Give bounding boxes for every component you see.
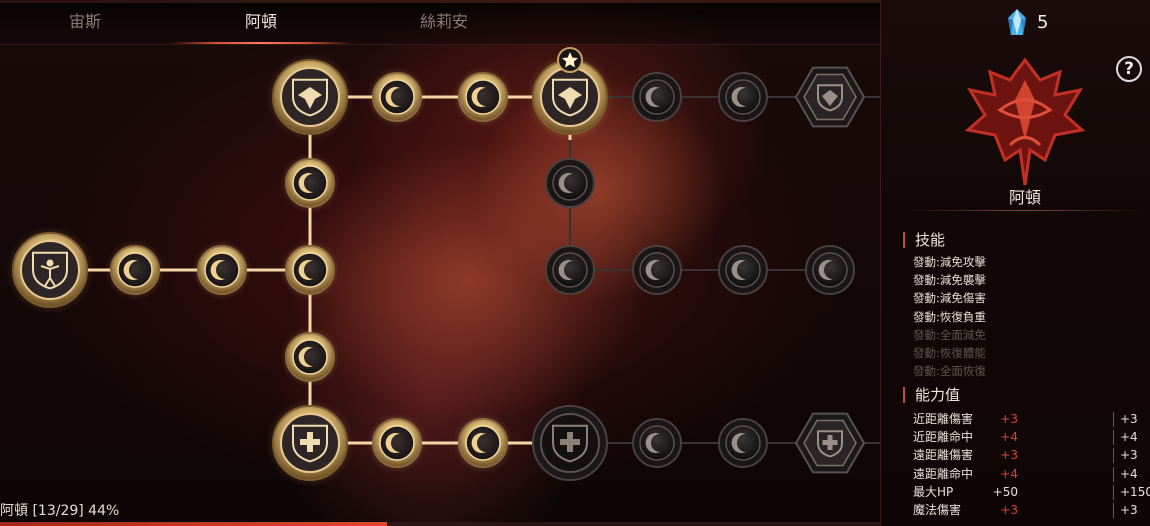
stat-row: 近距離傷害 +3 +3	[913, 410, 1150, 428]
skill-node-unlocked[interactable]	[280, 240, 340, 300]
stat-bonus: +3	[1000, 448, 1018, 463]
node-core	[812, 252, 848, 288]
skill-node-locked[interactable]	[805, 245, 855, 295]
skill-node-unlocked[interactable]	[192, 240, 252, 300]
help-button[interactable]: ?	[1116, 56, 1142, 82]
skill-node-locked[interactable]	[718, 418, 768, 468]
node-core	[465, 425, 501, 461]
skill-item-locked: 發動:全面減免	[913, 327, 986, 342]
stats-heading: 能力值	[903, 387, 960, 403]
skill-node-unlocked[interactable]	[453, 67, 513, 127]
stat-separator	[1113, 448, 1114, 464]
node-core	[639, 79, 675, 115]
skill-node-locked[interactable]	[632, 245, 682, 295]
stat-separator	[1113, 484, 1114, 500]
stat-separator	[1113, 412, 1114, 427]
node-core	[204, 252, 240, 288]
figure-icon	[46, 259, 54, 267]
arton-emblem-icon	[964, 57, 1086, 186]
skill-node-unlocked[interactable]	[367, 413, 427, 473]
tree-progress-bar	[0, 522, 880, 526]
major-skill-node-unlocked[interactable]	[6, 226, 94, 314]
node-core	[292, 252, 328, 288]
stat-bonus: +4	[1000, 466, 1018, 481]
skill-list: 發動:減免攻擊 發動:減免襲擊 發動:減免傷害 發動:恢復負重 發動:全面減免 …	[913, 253, 986, 380]
star-badge-icon	[557, 47, 583, 73]
node-core	[379, 79, 415, 115]
node-core	[725, 425, 761, 461]
stat-row: 遠距離傷害 +3 +3	[913, 446, 1150, 464]
ultimate-skill-node-locked[interactable]	[794, 66, 866, 128]
stat-separator	[1113, 502, 1114, 518]
node-core	[639, 425, 675, 461]
stat-name: 魔法傷害	[913, 502, 962, 517]
skill-node-unlocked[interactable]	[105, 240, 165, 300]
stat-bonus: +3	[1000, 412, 1018, 426]
tree-progress-fill	[0, 522, 388, 526]
skill-node-unlocked[interactable]	[280, 153, 340, 213]
stat-separator	[1113, 430, 1114, 446]
stat-separator	[1113, 466, 1114, 482]
major-skill-node-unlocked[interactable]	[266, 399, 354, 487]
skill-item: 發動:減免傷害	[913, 291, 986, 306]
stat-total: +4	[1120, 430, 1138, 445]
node-core	[725, 79, 761, 115]
node-core	[292, 165, 328, 201]
skill-node-locked[interactable]	[545, 245, 595, 295]
skill-item-locked: 發動:全面恢復	[913, 364, 986, 379]
skill-item-locked: 發動:恢復體能	[913, 345, 986, 360]
stat-bonus: +3	[1000, 502, 1018, 517]
skill-node-locked[interactable]	[718, 72, 768, 122]
stat-total: +4	[1120, 466, 1138, 481]
stat-row: 近距離命中 +4 +4	[913, 428, 1150, 446]
major-skill-node-locked[interactable]	[532, 405, 608, 481]
skill-item: 發動:減免攻擊	[913, 255, 986, 269]
node-core	[117, 252, 153, 288]
skill-node-unlocked[interactable]	[280, 327, 340, 387]
node-core	[552, 165, 588, 201]
stat-row: 遠距離命中 +4 +4	[913, 465, 1150, 483]
blue-crystal-icon	[1008, 9, 1026, 35]
stat-total: +150	[1120, 484, 1150, 499]
stat-total: +3	[1120, 448, 1138, 463]
skill-node-locked[interactable]	[718, 245, 768, 295]
panel-divider	[905, 210, 1145, 211]
stat-bonus: +50	[992, 484, 1018, 499]
skill-item: 發動:減免襲擊	[913, 273, 986, 288]
stat-name: 最大HP	[913, 484, 954, 499]
stat-row: 魔法傷害 +3 +3	[913, 501, 1150, 519]
stat-total: +3	[1120, 502, 1138, 517]
stat-total: +3	[1120, 412, 1138, 426]
stats-list: 近距離傷害 +3 +3 近距離命中 +4 +4 遠距離傷害 +3 +3 遠距離命…	[913, 410, 1150, 519]
character-name: 阿頓	[1008, 188, 1041, 207]
major-skill-node-unlocked[interactable]	[266, 53, 354, 141]
stat-row: 最大HP +50 +150	[913, 483, 1150, 501]
skill-node-locked[interactable]	[632, 418, 682, 468]
node-core	[465, 79, 501, 115]
skills-heading: 技能	[903, 232, 945, 248]
skill-item: 發動:恢復負重	[913, 309, 986, 324]
skill-node-unlocked[interactable]	[453, 413, 513, 473]
node-core	[552, 252, 588, 288]
tree-progress-text: 阿頓 [13/29] 44%	[0, 503, 120, 519]
node-core	[379, 425, 415, 461]
stat-bonus: +4	[1000, 430, 1018, 445]
skill-node-locked[interactable]	[632, 72, 682, 122]
ultimate-skill-node-locked[interactable]	[794, 412, 866, 474]
skill-tree	[6, 47, 880, 487]
node-core	[639, 252, 675, 288]
skill-node-unlocked[interactable]	[367, 67, 427, 127]
node-core	[725, 252, 761, 288]
skill-node-locked[interactable]	[545, 158, 595, 208]
crystal-count: 5	[1037, 12, 1049, 33]
node-core	[292, 339, 328, 375]
